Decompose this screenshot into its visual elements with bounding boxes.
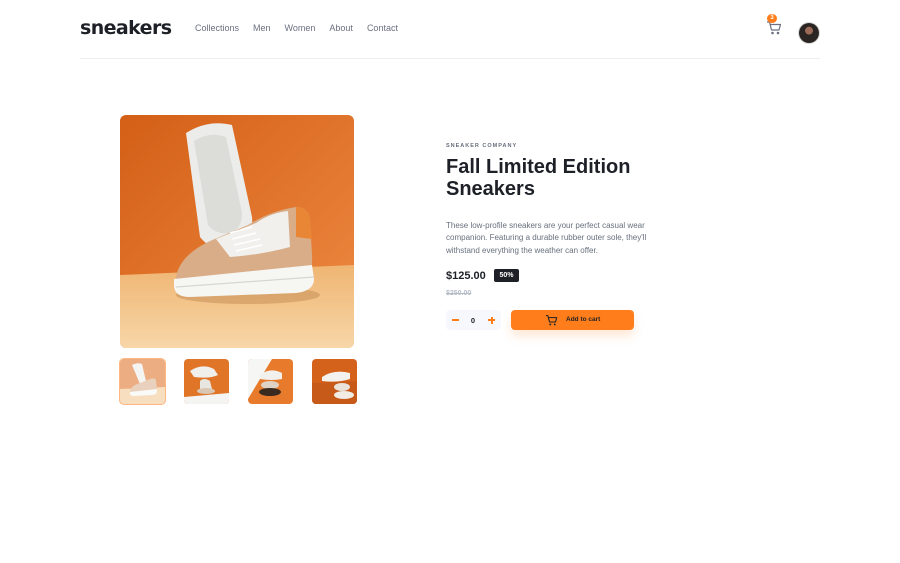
nav-about[interactable]: About <box>329 23 353 33</box>
logo[interactable]: sneakers <box>80 17 172 39</box>
product-main-image[interactable] <box>120 115 354 348</box>
sneaker-photo <box>120 115 354 348</box>
thumbnail-2[interactable] <box>184 359 229 404</box>
plus-icon[interactable] <box>487 310 497 330</box>
minus-icon[interactable] <box>451 310 461 330</box>
quantity-stepper: 0 <box>446 310 501 330</box>
discount-badge: 50% <box>494 269 519 282</box>
main-nav: Collections Men Women About Contact <box>195 23 398 33</box>
nav-contact[interactable]: Contact <box>367 23 398 33</box>
product-title: Fall Limited Edition Sneakers <box>446 156 631 200</box>
avatar[interactable] <box>799 23 819 43</box>
quantity-value: 0 <box>470 316 476 325</box>
nav-men[interactable]: Men <box>253 23 271 33</box>
company-label: SNEAKER COMPANY <box>446 143 518 149</box>
cart-icon <box>545 315 558 326</box>
add-to-cart-button[interactable]: Add to cart <box>511 310 634 330</box>
product-description: These low-profile sneakers are your perf… <box>446 221 647 255</box>
add-to-cart-label: Add to cart <box>566 316 601 323</box>
thumbnail-3[interactable] <box>248 359 293 404</box>
nav-collections[interactable]: Collections <box>195 23 239 33</box>
thumbnail-4[interactable] <box>312 359 357 404</box>
original-price: $250.00 <box>446 290 472 297</box>
current-price: $125.00 <box>446 270 486 282</box>
thumbnail-strip <box>119 358 357 405</box>
site-header: sneakers Collections Men Women About Con… <box>80 0 820 59</box>
thumbnail-1[interactable] <box>119 358 166 405</box>
nav-women[interactable]: Women <box>285 23 316 33</box>
cart-count-badge: 3 <box>767 14 777 23</box>
